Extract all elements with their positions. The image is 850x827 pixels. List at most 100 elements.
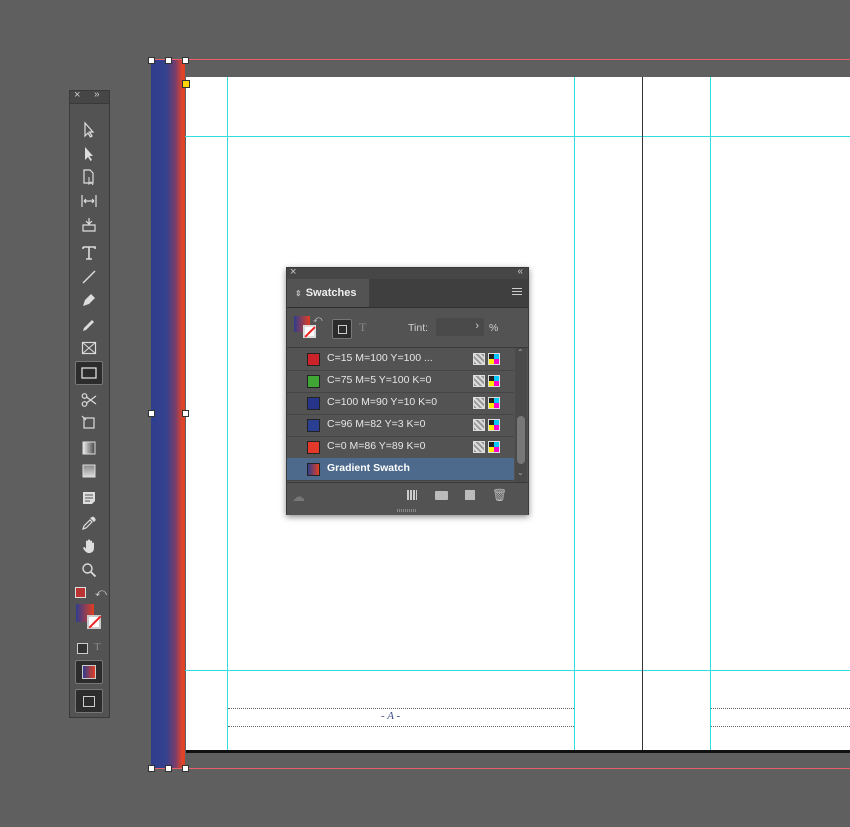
- selection-handle[interactable]: [148, 57, 155, 64]
- swatch-row[interactable]: C=100 M=90 Y=10 K=0: [287, 392, 514, 415]
- scroll-down-icon[interactable]: ⌄: [517, 468, 524, 477]
- free-transform-tool-icon[interactable]: [77, 412, 101, 434]
- swatch-row[interactable]: C=75 M=5 Y=100 K=0: [287, 370, 514, 393]
- page-bottom-edge: [186, 750, 850, 753]
- default-fill-stroke-icon[interactable]: [75, 587, 86, 598]
- swatch-row[interactable]: C=15 M=100 Y=100 ...: [287, 348, 514, 371]
- swatch-list: C=15 M=100 Y=100 ... C=75 M=5 Y=100 K=0 …: [287, 347, 528, 482]
- rectangle-tool-icon[interactable]: [75, 361, 103, 385]
- page-number-marker[interactable]: - A -: [381, 710, 400, 722]
- formatting-text-button[interactable]: T: [359, 320, 366, 335]
- show-swatch-kinds-icon[interactable]: [407, 490, 417, 500]
- collapse-icon[interactable]: «: [517, 266, 523, 277]
- apply-gradient-button[interactable]: [75, 660, 103, 684]
- direct-selection-tool-icon[interactable]: [77, 143, 101, 165]
- spread-spine: [642, 77, 643, 751]
- swatch-chip: [307, 463, 320, 476]
- scroll-up-icon[interactable]: ⌃: [517, 348, 524, 357]
- close-icon[interactable]: ×: [290, 266, 296, 278]
- tools-panel: × » ⤺ T: [69, 89, 110, 718]
- scroll-thumb[interactable]: [517, 416, 525, 464]
- pencil-tool-icon[interactable]: [77, 314, 101, 336]
- new-swatch-icon[interactable]: [465, 490, 475, 500]
- vertical-guide[interactable]: [227, 77, 228, 751]
- screen-mode-button[interactable]: [75, 689, 103, 713]
- stroke-proxy[interactable]: [87, 615, 102, 629]
- chevron-right-icon[interactable]: ›: [475, 320, 479, 332]
- selection-handle[interactable]: [148, 410, 155, 417]
- note-tool-icon[interactable]: [77, 487, 101, 509]
- expand-icon[interactable]: »: [94, 89, 100, 100]
- resize-grip[interactable]: [397, 509, 417, 512]
- swatch-name: Gradient Swatch: [327, 462, 410, 474]
- horizontal-guide[interactable]: [186, 670, 850, 671]
- horizontal-guide[interactable]: [186, 136, 850, 137]
- selection-handle[interactable]: [148, 765, 155, 772]
- tint-field[interactable]: ›: [436, 318, 484, 336]
- gradient-rectangle[interactable]: [151, 60, 185, 768]
- swap-fill-stroke-icon[interactable]: ⤺: [95, 587, 107, 600]
- rectangle-frame-tool-icon[interactable]: [77, 337, 101, 359]
- swatch-chip: [307, 441, 320, 454]
- cmyk-mode-icon: [488, 441, 500, 453]
- selection-handle[interactable]: [182, 410, 189, 417]
- hand-tool-icon[interactable]: [77, 535, 101, 557]
- content-collector-tool-icon[interactable]: [77, 214, 101, 236]
- panel-menu-icon[interactable]: [512, 288, 522, 297]
- cmyk-mode-icon: [488, 353, 500, 365]
- tint-label: Tint:: [408, 322, 429, 334]
- swatches-panel-titlebar[interactable]: × «: [287, 266, 528, 279]
- process-type-icon: [473, 375, 485, 387]
- selection-handle[interactable]: [182, 765, 189, 772]
- pen-tool-icon[interactable]: [77, 289, 101, 311]
- swatch-row[interactable]: C=0 M=86 Y=89 K=0: [287, 436, 514, 459]
- cc-libraries-icon[interactable]: ☁: [292, 489, 305, 505]
- bleed-guide-bottom: [151, 768, 850, 769]
- text-frame-edge: [711, 726, 850, 727]
- content-grabber[interactable]: [182, 80, 190, 88]
- cmyk-mode-icon: [488, 375, 500, 387]
- eyedropper-tool-icon[interactable]: [77, 512, 101, 534]
- swap-fill-stroke-icon[interactable]: ⤺: [313, 314, 323, 325]
- swatches-footer: ☁ 🗑: [287, 482, 528, 515]
- process-type-icon: [473, 397, 485, 409]
- swatch-name: C=96 M=82 Y=3 K=0: [327, 418, 426, 430]
- gradient-feather-tool-icon[interactable]: [77, 460, 101, 482]
- swatch-list-scrollbar[interactable]: ⌃ ⌄: [515, 348, 527, 482]
- percent-sign: %: [489, 322, 499, 334]
- selection-handle[interactable]: [165, 57, 172, 64]
- vertical-guide[interactable]: [710, 77, 711, 751]
- stroke-proxy[interactable]: [303, 325, 316, 338]
- swatch-name: C=15 M=100 Y=100 ...: [327, 352, 433, 364]
- tools-panel-header[interactable]: × »: [70, 89, 109, 104]
- swatch-chip: [307, 397, 320, 410]
- swatch-row-selected[interactable]: Gradient Swatch: [287, 458, 514, 481]
- vertical-guide[interactable]: [574, 77, 575, 751]
- formatting-text-icon[interactable]: T: [94, 641, 101, 653]
- selection-handle[interactable]: [165, 765, 172, 772]
- swatch-name: C=0 M=86 Y=89 K=0: [327, 440, 426, 452]
- type-tool-icon[interactable]: [77, 242, 101, 264]
- swatches-panel: × « ⇕ Swatches ⤺ T Tint: › % C=15 M=100 …: [286, 266, 529, 515]
- new-color-group-icon[interactable]: [435, 491, 448, 500]
- swatches-tab-bar: ⇕ Swatches: [287, 279, 528, 308]
- selection-tool-icon[interactable]: [77, 119, 101, 141]
- trash-icon[interactable]: 🗑: [492, 488, 507, 502]
- zoom-tool-icon[interactable]: [77, 559, 101, 581]
- process-type-icon: [473, 441, 485, 453]
- gap-tool-icon[interactable]: [77, 190, 101, 212]
- swatch-name: C=75 M=5 Y=100 K=0: [327, 374, 432, 386]
- tab-swatches[interactable]: ⇕ Swatches: [287, 279, 369, 307]
- scissors-tool-icon[interactable]: [77, 389, 101, 411]
- gradient-swatch-tool-icon[interactable]: [77, 437, 101, 459]
- swatch-row[interactable]: C=96 M=82 Y=3 K=0: [287, 414, 514, 437]
- close-icon[interactable]: ×: [74, 89, 80, 101]
- cmyk-mode-icon: [488, 419, 500, 431]
- text-frame-edge: [228, 708, 574, 709]
- formatting-container-button[interactable]: [332, 319, 352, 339]
- page-tool-icon[interactable]: [77, 166, 101, 188]
- line-tool-icon[interactable]: [77, 266, 101, 288]
- selection-handle[interactable]: [182, 57, 189, 64]
- cmyk-mode-icon: [488, 397, 500, 409]
- formatting-container-icon[interactable]: [77, 643, 88, 654]
